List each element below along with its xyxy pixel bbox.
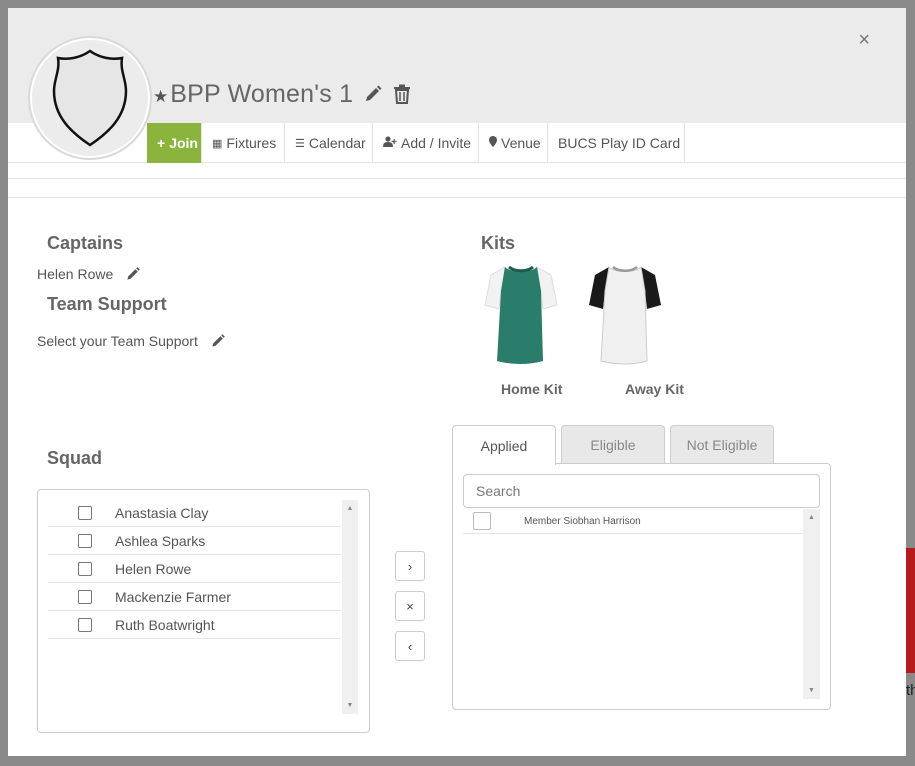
edit-icon[interactable] xyxy=(363,84,383,104)
away-kit-label: Away Kit xyxy=(625,381,684,397)
list-item[interactable]: Ashlea Sparks xyxy=(48,527,341,555)
tab-join[interactable]: + Join xyxy=(147,123,202,163)
team-support-placeholder: Select your Team Support xyxy=(37,333,198,349)
checkbox[interactable] xyxy=(78,506,92,520)
checkbox[interactable] xyxy=(78,534,92,548)
list-item[interactable]: Helen Rowe xyxy=(48,555,341,583)
away-kit-image xyxy=(587,263,663,370)
tab-add-invite[interactable]: Add / Invite xyxy=(373,123,479,163)
team-modal: × ★ BPP Women's 1 + Join ▦ Fixtures ☰ Calen… xyxy=(8,8,906,756)
applied-panel: Member Siobhan Harrison ▲ ▼ xyxy=(452,463,831,710)
edit-captains-icon[interactable] xyxy=(125,266,141,282)
list-item[interactable]: Mackenzie Farmer xyxy=(48,583,341,611)
tab-calendar[interactable]: ☰ Calendar xyxy=(285,123,373,163)
title-row: ★ BPP Women's 1 xyxy=(153,78,411,110)
captains-title: Captains xyxy=(47,233,124,253)
home-kit-image xyxy=(483,263,559,370)
calendar-icon: ▦ xyxy=(212,137,223,150)
tab-bucs-play-id-card[interactable]: BUCS Play ID Card xyxy=(548,123,685,163)
list-icon: ☰ xyxy=(295,137,305,150)
team-avatar xyxy=(28,36,152,160)
background-card xyxy=(905,548,915,673)
shield-icon xyxy=(52,49,128,147)
remove-button[interactable]: × xyxy=(395,591,425,621)
scroll-down-icon[interactable]: ▼ xyxy=(803,687,820,694)
close-button[interactable]: × xyxy=(858,30,870,50)
team-support-row: Select your Team Support xyxy=(37,333,226,349)
checkbox[interactable] xyxy=(78,618,92,632)
tab-not-eligible[interactable]: Not Eligible xyxy=(670,425,774,464)
team-name: BPP Women's 1 xyxy=(170,79,354,108)
squad-list: Anastasia Clay Ashlea Sparks Helen Rowe … xyxy=(37,489,370,733)
map-pin-icon xyxy=(489,136,497,150)
move-left-button[interactable]: ‹ xyxy=(395,631,425,661)
checkbox[interactable] xyxy=(78,590,92,604)
list-item[interactable]: Anastasia Clay xyxy=(48,499,341,527)
applied-scrollbar[interactable]: ▲ ▼ xyxy=(803,509,820,699)
background-text: th xyxy=(906,682,915,699)
home-kit-label: Home Kit xyxy=(501,381,563,397)
scroll-up-icon[interactable]: ▲ xyxy=(342,505,358,512)
scroll-down-icon[interactable]: ▼ xyxy=(342,702,358,709)
sub-bar xyxy=(8,178,906,198)
checkbox[interactable] xyxy=(78,562,92,576)
scroll-up-icon[interactable]: ▲ xyxy=(803,514,820,521)
star-icon[interactable]: ★ xyxy=(153,87,168,107)
list-item[interactable]: Ruth Boatwright xyxy=(48,611,341,639)
captain-name: Helen Rowe xyxy=(37,266,114,282)
trash-icon[interactable] xyxy=(393,84,411,104)
tab-venue[interactable]: Venue xyxy=(479,123,548,163)
user-plus-icon xyxy=(383,136,397,150)
team-support-title: Team Support xyxy=(47,294,167,314)
tab-eligible[interactable]: Eligible xyxy=(561,425,665,464)
squad-scrollbar[interactable]: ▲ ▼ xyxy=(342,500,358,714)
checkbox[interactable] xyxy=(473,512,491,530)
tab-fixtures[interactable]: ▦ Fixtures xyxy=(202,123,285,163)
list-item[interactable]: Member Siobhan Harrison xyxy=(463,509,803,534)
move-right-button[interactable]: › xyxy=(395,551,425,581)
search-input[interactable] xyxy=(463,474,820,508)
captain-row: Helen Rowe xyxy=(37,266,141,282)
tab-applied[interactable]: Applied xyxy=(452,425,556,465)
squad-title: Squad xyxy=(47,448,103,468)
edit-team-support-icon[interactable] xyxy=(210,333,226,349)
kits-title: Kits xyxy=(481,233,516,253)
plus-icon: + xyxy=(157,135,166,151)
